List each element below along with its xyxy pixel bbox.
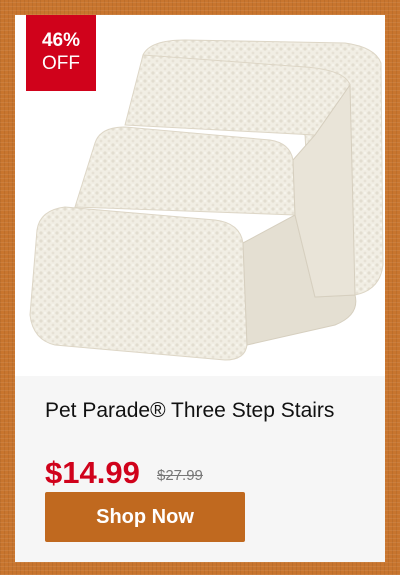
original-price: $27.99 bbox=[157, 467, 203, 484]
product-card[interactable]: 46% OFF Pet Parade® Three Step Stairs $1… bbox=[15, 15, 385, 562]
discount-badge: 46% OFF bbox=[26, 15, 96, 91]
shop-now-button[interactable]: Shop Now bbox=[45, 492, 245, 542]
product-title[interactable]: Pet Parade® Three Step Stairs bbox=[45, 397, 365, 424]
product-image[interactable]: 46% OFF bbox=[15, 15, 385, 376]
discount-label: OFF bbox=[42, 53, 80, 74]
discount-percent: 46% bbox=[41, 30, 81, 51]
sale-price: $14.99 bbox=[45, 455, 140, 490]
